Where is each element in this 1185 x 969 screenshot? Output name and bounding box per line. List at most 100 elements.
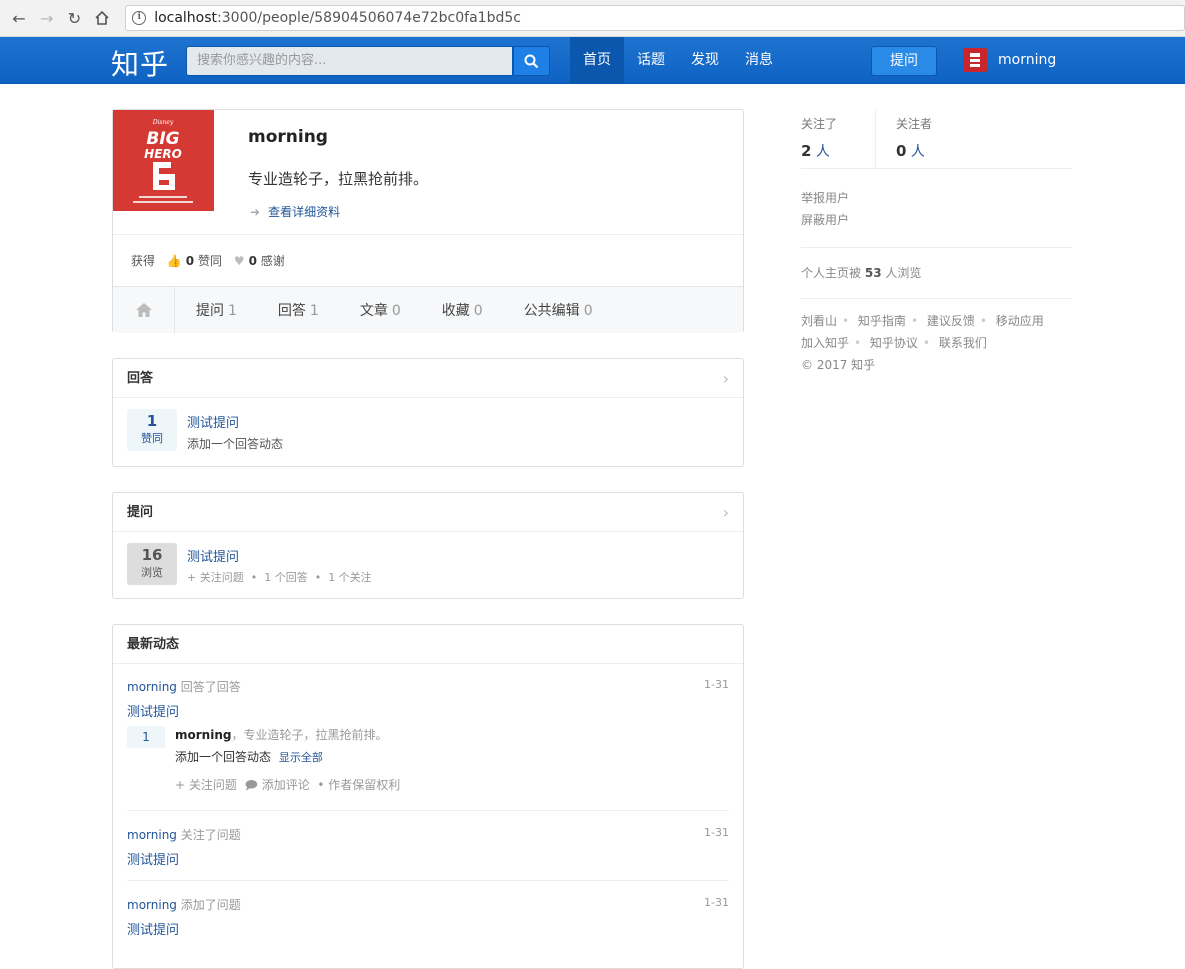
feed-question-link[interactable]: 测试提问: [127, 701, 729, 720]
answer-count: 1 个回答: [264, 571, 308, 584]
feed-action: 添加了问题: [180, 898, 241, 912]
nav-messages[interactable]: 消息: [732, 37, 786, 83]
forward-icon[interactable]: →: [36, 7, 58, 29]
copyright-note: 作者保留权利: [328, 778, 401, 792]
feed-title: 最新动态: [127, 637, 180, 652]
svg-text:Disney: Disney: [152, 119, 174, 126]
profile-view-count: 53: [864, 266, 882, 280]
tab-collections[interactable]: 收藏 0: [442, 300, 483, 320]
svg-text:BIG: BIG: [146, 129, 179, 149]
feed-time: 1-31: [704, 896, 729, 909]
tab-articles[interactable]: 文章 0: [360, 300, 401, 320]
feed-divider: [127, 810, 729, 811]
following-label: 关注了: [801, 117, 838, 131]
ask-question-button[interactable]: 提问: [871, 46, 937, 76]
footer-link[interactable]: 加入知乎: [801, 336, 849, 350]
follow-question-action[interactable]: + 关注问题: [175, 778, 237, 792]
nav-topics[interactable]: 话题: [624, 37, 678, 83]
following-stat[interactable]: 关注了 2 人: [801, 109, 875, 168]
info-icon[interactable]: i: [132, 11, 147, 25]
user-actions: 举报用户 屏蔽用户: [801, 185, 1072, 248]
arrow-right-icon: ➜: [250, 205, 261, 219]
questions-header[interactable]: 提问 ›: [113, 493, 743, 532]
vote-count: 1: [146, 412, 158, 430]
tab-public-edits[interactable]: 公共编辑 0: [524, 300, 593, 320]
footer-link[interactable]: 刘看山: [801, 314, 837, 328]
feed-vote-button[interactable]: 1: [127, 726, 165, 748]
tab-questions[interactable]: 提问 1: [196, 300, 237, 320]
view-count-box: 16 浏览: [127, 543, 177, 585]
nav-home[interactable]: 首页: [570, 37, 624, 83]
search-icon: [524, 54, 539, 68]
chevron-right-icon: ›: [722, 503, 729, 522]
report-user-link[interactable]: 举报用户: [801, 189, 1072, 207]
add-comment-action[interactable]: 添加评论: [262, 778, 310, 792]
view-details-label: 查看详细资料: [268, 205, 341, 219]
chevron-right-icon: ›: [722, 369, 729, 388]
show-all-link[interactable]: 显示全部: [279, 751, 323, 764]
footer-link[interactable]: 建议反馈: [927, 314, 975, 328]
profile-views: 个人主页被 53 人浏览: [801, 264, 1072, 299]
address-bar[interactable]: i localhost:3000/people/58904506074e72bc…: [125, 5, 1185, 31]
question-meta: + 关注问题 • 1 个回答 • 1 个关注: [187, 571, 372, 584]
feed-user-link[interactable]: morning: [127, 680, 177, 694]
questions-title: 提问: [127, 505, 154, 520]
profile-card: Disney BIG HERO morning 专业造轮子，拉黑抢前排。 ➜ 查看…: [112, 109, 744, 333]
profile-avatar: Disney BIG HERO: [113, 110, 214, 211]
followers-label: 关注者: [896, 117, 933, 131]
site-header: 知乎 搜索你感兴趣的内容... 首页 话题 发现 消息 提问 morning: [0, 37, 1185, 84]
feed-time: 1-31: [704, 678, 729, 691]
followers-stat[interactable]: 关注者 0 人: [875, 109, 1045, 168]
footer-link[interactable]: 知乎协议: [870, 336, 918, 350]
user-menu[interactable]: morning: [963, 48, 1056, 72]
search-input[interactable]: 搜索你感兴趣的内容...: [186, 46, 513, 76]
feed-header: 最新动态: [113, 625, 743, 664]
view-details-link[interactable]: ➜ 查看详细资料: [250, 203, 340, 220]
browser-toolbar: ← → ↻ i localhost:3000/people/5890450607…: [0, 0, 1185, 37]
feed-item: morning 回答了回答 1-31 测试提问 1 morning，专业造轮子，…: [127, 678, 729, 798]
feed-user-link[interactable]: morning: [127, 898, 177, 912]
answers-card: 回答 › 1 赞同 测试提问 添加一个回答动态: [112, 358, 744, 467]
follower-count: 1 个关注: [328, 571, 372, 584]
questions-card: 提问 › 16 浏览 测试提问 + 关注问题 • 1 个回答 • 1 个关注: [112, 492, 744, 599]
block-user-link[interactable]: 屏蔽用户: [801, 211, 1072, 229]
copyright: © 2017 知乎: [801, 358, 876, 372]
user-avatar: [963, 48, 987, 72]
agree-count: 0: [185, 254, 195, 268]
feed-item: morning 关注了问题 1-31 测试提问: [127, 826, 729, 868]
feed-user-link[interactable]: morning: [127, 828, 177, 842]
search-button[interactable]: [513, 46, 550, 76]
follow-question-action[interactable]: + 关注问题: [187, 571, 244, 584]
answers-title: 回答: [127, 371, 154, 386]
thumbs-up-icon: 👍: [166, 254, 182, 268]
profile-home-tab[interactable]: [113, 287, 175, 333]
activity-feed-card: 最新动态 morning 回答了回答 1-31 测试提问 1 morning，专…: [112, 624, 744, 969]
footer-link[interactable]: 联系我们: [939, 336, 987, 350]
feed-divider: [127, 880, 729, 881]
reload-icon[interactable]: ↻: [64, 7, 86, 29]
url-host: localhost: [154, 10, 218, 26]
home-icon[interactable]: [91, 7, 113, 29]
feed-question-link[interactable]: 测试提问: [127, 849, 729, 868]
answer-question-link[interactable]: 测试提问: [187, 412, 239, 431]
answer-excerpt[interactable]: 添加一个回答动态: [187, 435, 283, 452]
footer-link[interactable]: 知乎指南: [858, 314, 906, 328]
profile-stats: 获得 👍 0 赞同 ♥ 0 感谢: [113, 234, 743, 286]
site-logo[interactable]: 知乎: [111, 43, 169, 83]
thanks-label: 感谢: [260, 254, 285, 268]
vote-label: 赞同: [141, 432, 163, 445]
footer-link[interactable]: 移动应用: [996, 314, 1044, 328]
nav-explore[interactable]: 发现: [678, 37, 732, 83]
vote-count-box[interactable]: 1 赞同: [127, 409, 177, 451]
back-icon[interactable]: ←: [8, 7, 30, 29]
answers-header[interactable]: 回答 ›: [113, 359, 743, 398]
feed-question-link[interactable]: 测试提问: [127, 919, 729, 938]
tab-answers[interactable]: 回答 1: [278, 300, 319, 320]
follow-stats: 关注了 2 人 关注者 0 人: [801, 109, 1072, 169]
view-count: 16: [141, 546, 163, 564]
feed-author-name[interactable]: morning: [175, 728, 231, 742]
thanks-count: 0: [248, 254, 257, 268]
url-path: :3000/people/58904506074e72bc0fa1bd5c: [217, 10, 521, 26]
question-link[interactable]: 测试提问: [187, 546, 239, 565]
feed-answer: 1 morning，专业造轮子，拉黑抢前排。 添加一个回答动态 显示全部 + 关…: [127, 724, 729, 798]
